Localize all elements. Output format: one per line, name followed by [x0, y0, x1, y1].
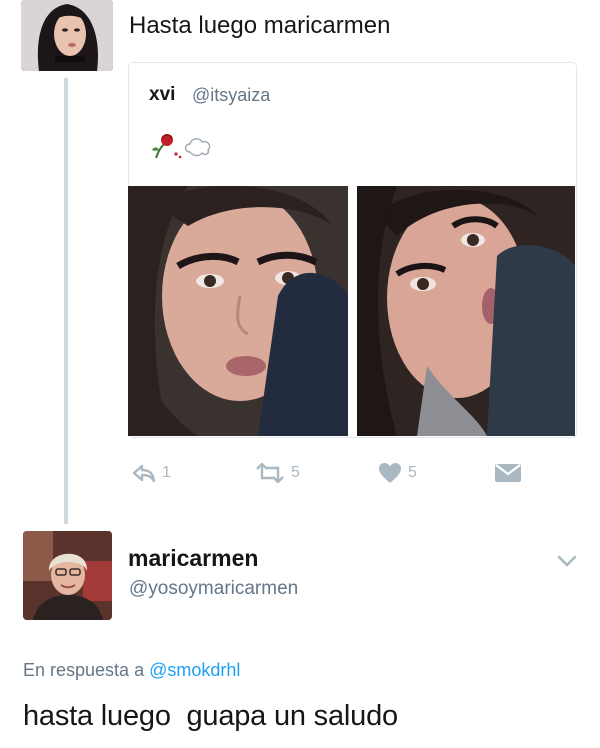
reply-tweet-avatar[interactable] [23, 531, 112, 620]
photo-woman-selfie-1 [128, 186, 348, 436]
in-reply-prefix: En respuesta a [23, 660, 145, 680]
quoted-tweet-photo-1[interactable] [128, 186, 348, 436]
thread-connector-line [64, 78, 68, 524]
quoted-tweet-name[interactable]: xvi [149, 84, 175, 106]
quoted-tweet-photo-2[interactable] [357, 186, 575, 436]
user-avatar-dark-hair-icon [21, 0, 113, 71]
quoted-tweet-handle[interactable]: @itsyaiza [192, 85, 270, 106]
like-count: 5 [408, 464, 417, 481]
reply-tweet-handle[interactable]: @yosoymaricarmen [129, 578, 298, 600]
cloud-icon [184, 138, 211, 157]
retweet-count: 5 [291, 464, 300, 481]
quoted-tweet-emoji [148, 130, 220, 160]
user-avatar-older-woman-icon [23, 531, 112, 620]
retweet-action[interactable]: 5 [255, 458, 300, 488]
top-tweet-avatar[interactable] [21, 0, 113, 71]
like-action[interactable]: 5 [378, 458, 417, 488]
top-tweet-text: Hasta luego maricarmen [129, 12, 391, 39]
in-reply-to-line: En respuesta a @smokdrhl [23, 660, 240, 681]
top-tweet-header-cutoff [128, 0, 568, 5]
heart-icon [379, 463, 401, 483]
chevron-down-icon[interactable] [556, 553, 578, 569]
reply-icon [132, 464, 156, 483]
wilted-rose-icon [152, 134, 182, 159]
reply-tweet-text: hasta luego guapa un saludo [23, 700, 398, 732]
retweet-icon [256, 463, 284, 483]
in-reply-mention-link[interactable]: @smokdrhl [149, 660, 240, 680]
direct-message-action[interactable] [494, 458, 522, 488]
reply-tweet-name[interactable]: maricarmen [128, 545, 258, 572]
photo-woman-selfie-2 [357, 186, 575, 436]
message-icon [495, 464, 521, 482]
reply-count: 1 [162, 464, 171, 481]
reply-action[interactable]: 1 [132, 458, 171, 488]
